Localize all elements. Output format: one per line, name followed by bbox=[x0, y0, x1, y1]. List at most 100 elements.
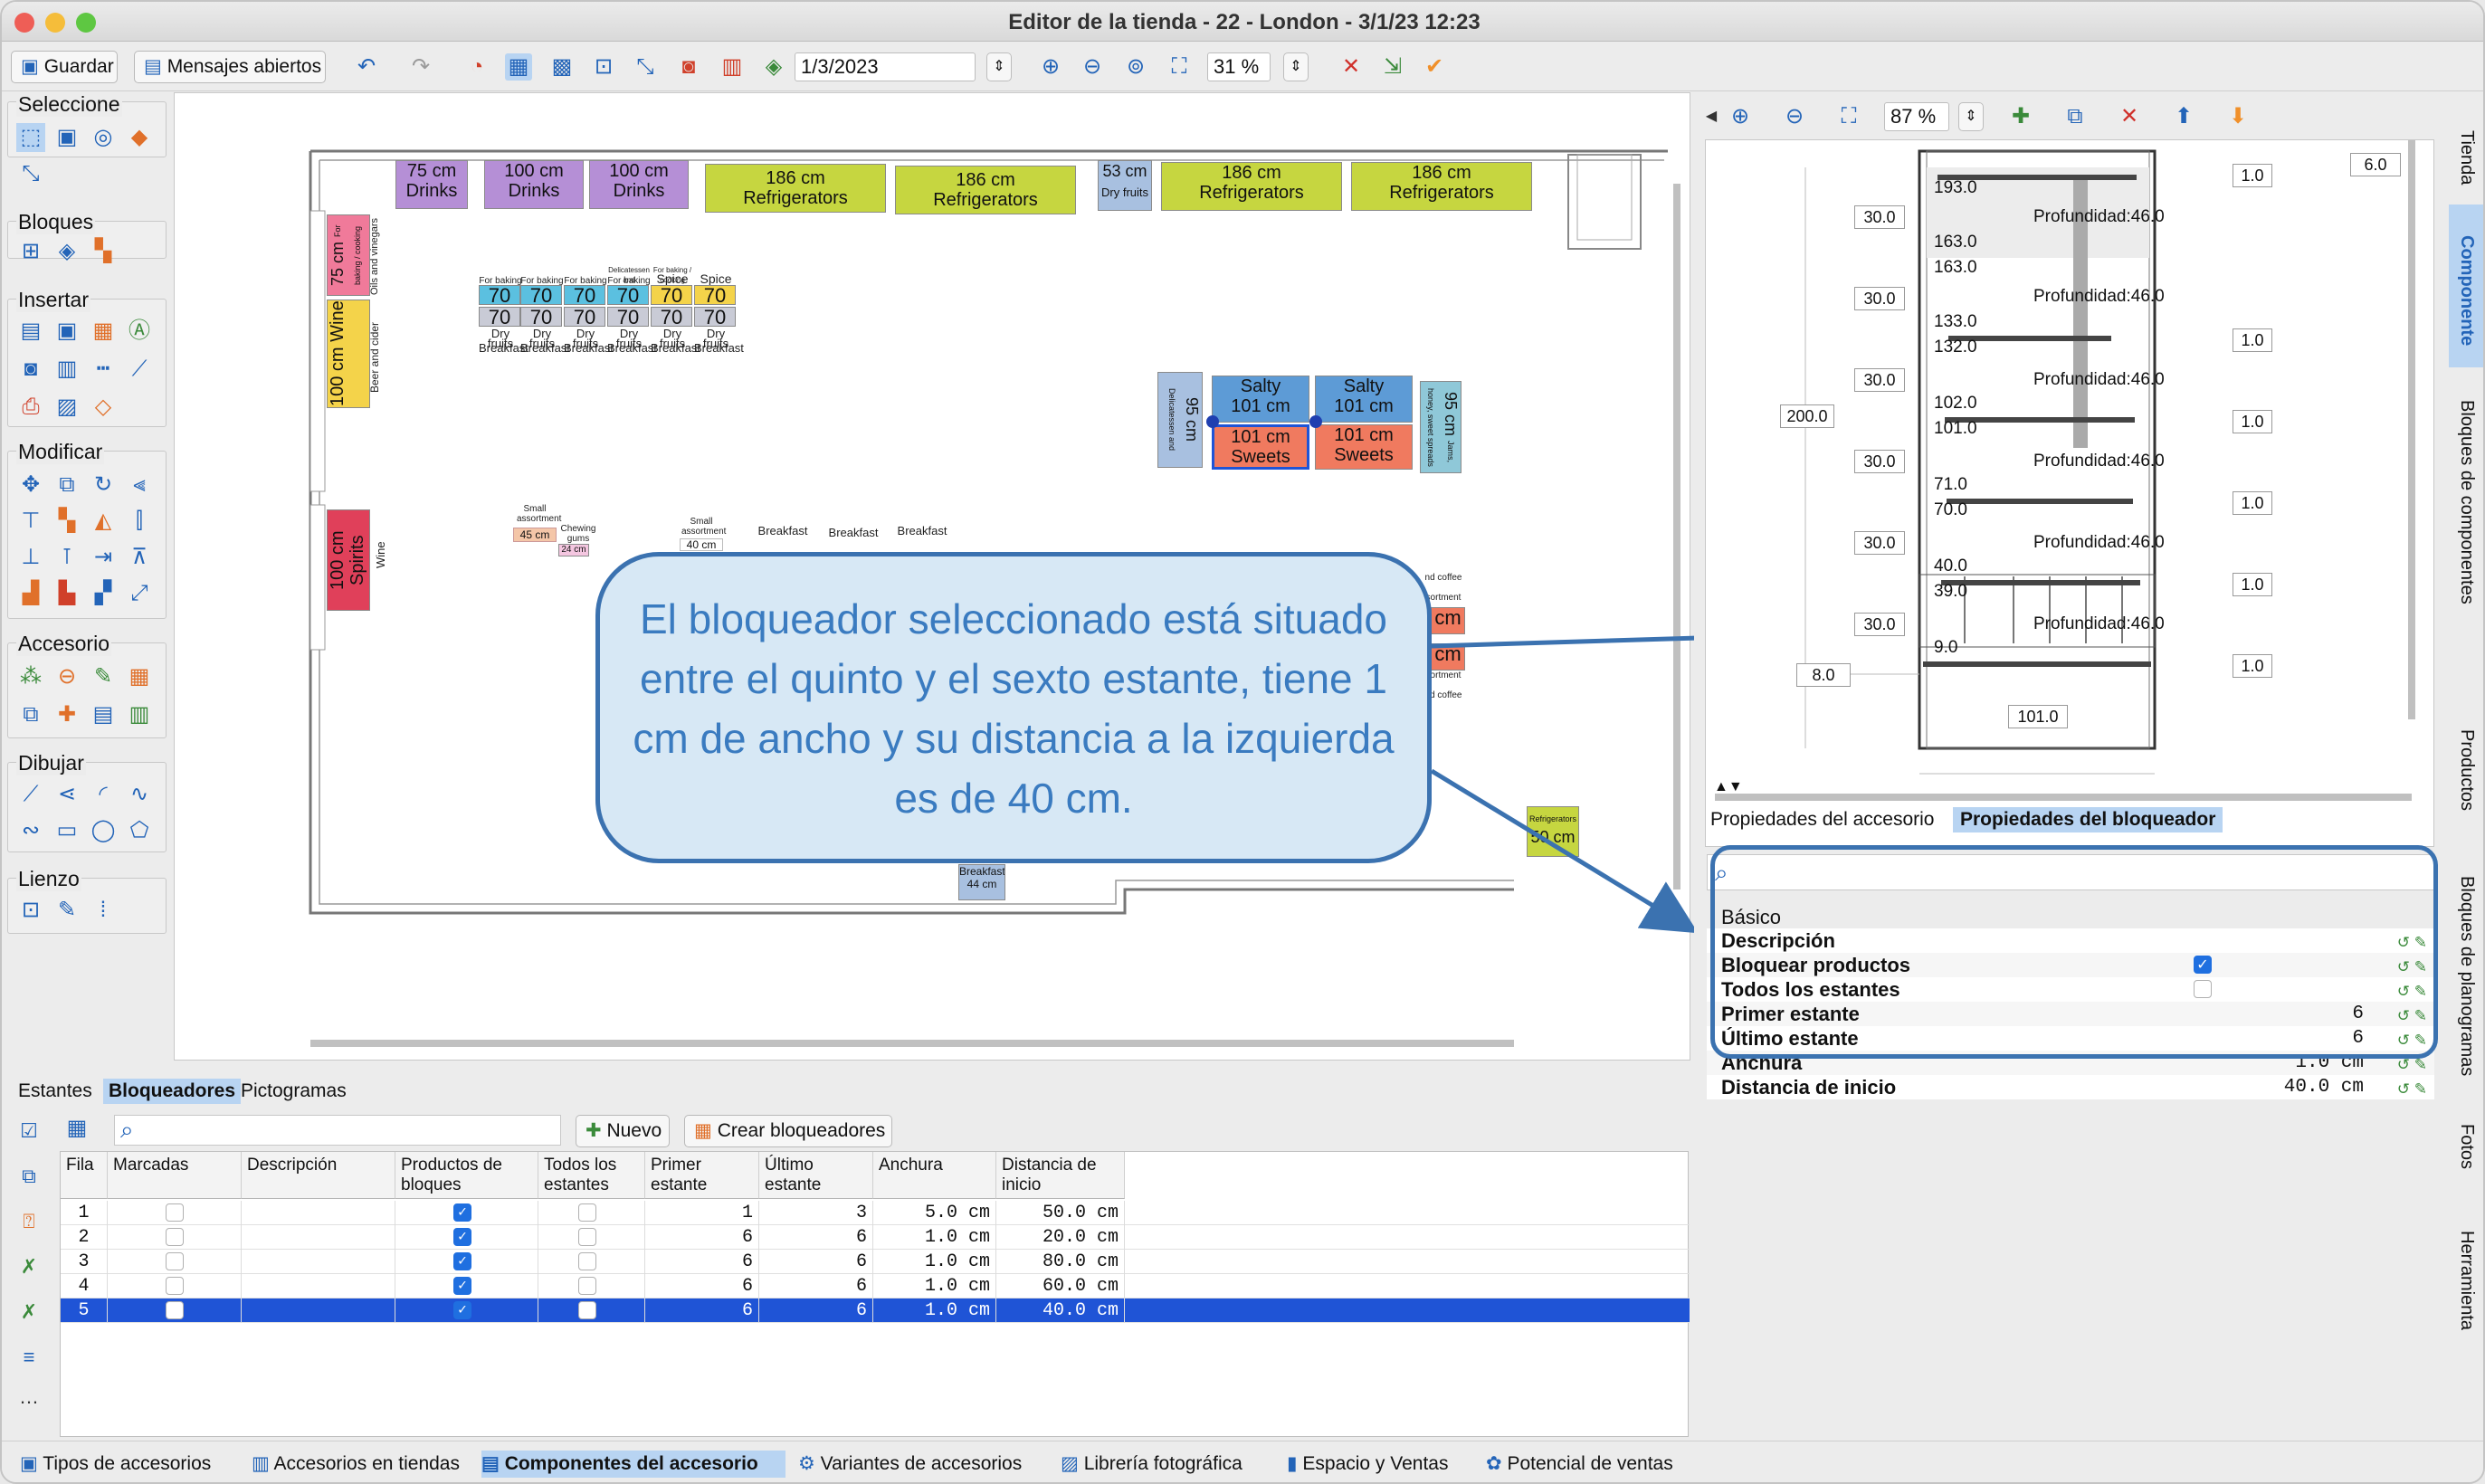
module-tab-3[interactable]: ⚙ Variantes de accesorios bbox=[798, 1451, 1043, 1478]
canvas-edit-icon[interactable]: ✎ bbox=[52, 896, 81, 925]
fixture-refrigerators-2[interactable]: 186 cm Refrigerators bbox=[895, 166, 1076, 214]
distribute-icon[interactable]: ⊤ bbox=[16, 507, 45, 536]
gondola-bottom-fixture[interactable]: 70 cm bbox=[607, 307, 649, 327]
fixture-wine-100[interactable]: 100 cm Wine bbox=[327, 300, 370, 408]
blockers-search-input[interactable]: ⌕ bbox=[114, 1115, 561, 1146]
reset-icon[interactable]: ↺ ✎ bbox=[2397, 1077, 2427, 1101]
grid-select-icon[interactable]: ▩ bbox=[548, 53, 576, 81]
fixture-pen-icon[interactable]: ✎ bbox=[89, 662, 118, 691]
date-field[interactable]: 1/3/2023 bbox=[795, 52, 976, 81]
path-icon[interactable]: ⤡ bbox=[632, 53, 659, 81]
insert-line-icon[interactable]: ⟋ bbox=[125, 355, 154, 384]
help-icon[interactable]: ⍰ bbox=[13, 1205, 45, 1238]
spacing-1[interactable]: 30.0 bbox=[1854, 205, 1905, 229]
preview-zoom-in-icon[interactable]: ⊕ bbox=[1727, 103, 1754, 130]
gondola-bottom-fixture[interactable]: 70 cm bbox=[564, 307, 605, 327]
group-icon[interactable]: ▚ bbox=[52, 507, 81, 536]
fixture-sweets-2[interactable]: 101 cm Sweets bbox=[1315, 424, 1413, 470]
tab-blockers[interactable]: Bloqueadores bbox=[103, 1079, 242, 1104]
mirror-icon[interactable]: ◭ bbox=[89, 507, 118, 536]
spacing-5[interactable]: 30.0 bbox=[1854, 531, 1905, 555]
fixture-coffee-1[interactable]: cm bbox=[1431, 607, 1465, 634]
row-checkbox[interactable] bbox=[578, 1301, 596, 1319]
fixture-jams-95[interactable]: 95 cm Jams, honey, sweet spreads bbox=[1420, 381, 1461, 473]
right-value-2[interactable]: 1.0 bbox=[2233, 328, 2272, 352]
fit-select-icon[interactable]: ⊡ bbox=[590, 53, 617, 81]
fixture-small-40[interactable]: 40 cm bbox=[680, 538, 723, 551]
move-icon[interactable]: ✥ bbox=[16, 471, 45, 499]
select-area-icon[interactable]: ▣ bbox=[52, 123, 81, 152]
delete-icon[interactable]: ✕ bbox=[1338, 53, 1365, 81]
zoom-out-icon[interactable]: ⊖ bbox=[1079, 53, 1106, 81]
layers-icon[interactable]: ◈ bbox=[760, 53, 787, 81]
collapse-arrows-icon[interactable]: ▲▼ bbox=[1707, 775, 1750, 800]
fixture-copy-icon[interactable]: ⧉ bbox=[16, 700, 45, 729]
row-checkbox[interactable]: ✓ bbox=[453, 1203, 471, 1222]
insert-camera-icon[interactable]: ◙ bbox=[16, 355, 45, 384]
more-icon[interactable]: … bbox=[13, 1381, 45, 1413]
spacing-6[interactable]: 30.0 bbox=[1854, 613, 1905, 636]
fixture-delicatessen-95[interactable]: 95 cm Delicatessen and delicacies bbox=[1157, 372, 1203, 468]
total-height[interactable]: 200.0 bbox=[1780, 404, 1834, 428]
fixture-breakfast-44[interactable]: Breakfast 44 cm bbox=[958, 864, 1005, 900]
tab-blocker-properties[interactable]: Propiedades del bloqueador bbox=[1953, 807, 2223, 832]
row-checkbox[interactable] bbox=[166, 1252, 184, 1270]
block-group-icon[interactable]: ▚ bbox=[89, 237, 118, 266]
spacing-4[interactable]: 30.0 bbox=[1854, 450, 1905, 473]
block-add-icon[interactable]: ⊞ bbox=[16, 237, 45, 266]
measure-icon[interactable]: ◔ bbox=[463, 53, 490, 81]
stack-icon[interactable]: ⊼ bbox=[125, 543, 154, 572]
tab-photos[interactable]: Fotos bbox=[2449, 1093, 2483, 1196]
right-value-5[interactable]: 1.0 bbox=[2233, 573, 2272, 596]
gondola-bottom-fixture[interactable]: 70 cm bbox=[651, 307, 692, 327]
fixture-preview[interactable]: 193.0 163.0 163.0 133.0 132.0 102.0 101.… bbox=[1705, 139, 2434, 847]
top-right-value[interactable]: 6.0 bbox=[2350, 153, 2401, 176]
fixture-salty-1[interactable]: Salty 101 cm bbox=[1212, 376, 1309, 423]
preview-zoom-stepper[interactable]: ⇕ bbox=[1958, 102, 1984, 131]
canvas-grid-icon[interactable]: ⁞ bbox=[89, 896, 118, 925]
fixture-salty-2[interactable]: Salty 101 cm bbox=[1315, 376, 1413, 423]
column-header[interactable]: Primer estante bbox=[645, 1152, 759, 1199]
insert-svg-icon[interactable]: ◇ bbox=[89, 393, 118, 422]
tab-planogram-blocks[interactable]: Bloques de planogramas bbox=[2449, 845, 2483, 1089]
insert-text-icon[interactable]: Ⓐ bbox=[125, 317, 154, 346]
module-tab-0[interactable]: ▣ Tipos de accesorios bbox=[20, 1451, 237, 1478]
property-row[interactable]: Distancia de inicio 40.0 cm ↺ ✎ bbox=[1707, 1075, 2434, 1099]
column-header[interactable]: Último estante bbox=[759, 1152, 873, 1199]
draw-line-icon[interactable]: ⟋ bbox=[16, 780, 45, 809]
fixture-link-icon[interactable]: ⊖ bbox=[52, 662, 81, 691]
check-icon[interactable]: ✔ bbox=[1421, 53, 1448, 81]
redo-icon[interactable]: ↷ bbox=[407, 53, 434, 81]
fixture-drinks-75[interactable]: 75 cm Drinks bbox=[395, 160, 468, 209]
module-tab-6[interactable]: ✿ Potencial de ventas bbox=[1486, 1451, 1694, 1478]
column-header[interactable]: Distancia de inicio bbox=[996, 1152, 1125, 1199]
split-icon[interactable]: ▥ bbox=[719, 53, 746, 81]
insert-divider-icon[interactable]: ┅ bbox=[89, 355, 118, 384]
fixture-oils-75[interactable]: 75 cm For baking / cooking bbox=[327, 214, 370, 296]
align-center-icon[interactable]: ⫿ bbox=[125, 507, 154, 536]
mark-all-icon[interactable]: ☑ bbox=[13, 1115, 45, 1147]
fixture-coffee-2[interactable]: cm bbox=[1431, 643, 1465, 671]
right-value-6[interactable]: 1.0 bbox=[2233, 654, 2272, 678]
tab-component[interactable]: Componente bbox=[2449, 205, 2483, 367]
tab-products[interactable]: Productos bbox=[2449, 699, 2483, 843]
block-stack-icon[interactable]: ◈ bbox=[52, 237, 81, 266]
save-button[interactable]: ▣ Guardar bbox=[11, 51, 118, 83]
draw-polygon-icon[interactable]: ⬠ bbox=[125, 816, 154, 845]
move-down-icon[interactable]: ⬇ bbox=[2224, 103, 2252, 130]
split-shape-icon[interactable]: ▞ bbox=[89, 579, 118, 608]
table-row[interactable]: 3 ✓ 6 6 1.0 cm 80.0 cm bbox=[61, 1250, 1690, 1274]
row-checkbox[interactable] bbox=[166, 1228, 184, 1246]
spacing-3[interactable]: 30.0 bbox=[1854, 368, 1905, 392]
right-value-4[interactable]: 1.0 bbox=[2233, 491, 2272, 515]
copy-row-icon[interactable]: ⧉ bbox=[13, 1160, 45, 1193]
send-back-icon[interactable]: ⇥ bbox=[89, 543, 118, 572]
row-checkbox[interactable]: ✓ bbox=[453, 1228, 471, 1246]
add-icon[interactable]: ✚ bbox=[2007, 103, 2034, 130]
draw-rectangle-icon[interactable]: ▭ bbox=[52, 816, 81, 845]
row-checkbox[interactable] bbox=[166, 1301, 184, 1319]
selection-handle-left[interactable] bbox=[1206, 415, 1219, 428]
rotate-icon[interactable]: ↻ bbox=[89, 471, 118, 499]
fixture-small-45[interactable]: 45 cm bbox=[513, 528, 557, 542]
arrange-icon[interactable]: ⊺ bbox=[52, 543, 81, 572]
